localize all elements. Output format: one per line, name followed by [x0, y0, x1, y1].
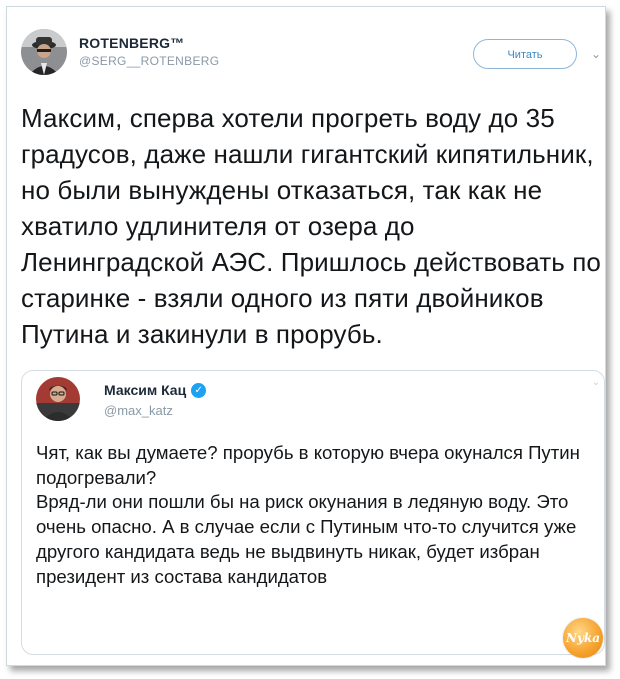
watermark-logo: Nyka — [563, 618, 603, 658]
author-block: ROTENBERG™ @SERG__ROTENBERG — [79, 35, 219, 68]
quoted-author-handle[interactable]: @max_katz — [104, 403, 173, 418]
chevron-down-icon[interactable]: ⌄ — [591, 47, 601, 61]
avatar-image — [21, 29, 67, 75]
quoted-author-name[interactable]: Максим Кац — [104, 382, 186, 398]
follow-button[interactable]: Читать — [473, 39, 577, 69]
quoted-avatar-image — [36, 377, 80, 421]
author-name[interactable]: ROTENBERG™ — [79, 35, 219, 51]
tweet-text: Максим, сперва хотели прогреть воду до 3… — [21, 103, 601, 349]
watermark-label: Nyka — [565, 631, 601, 645]
tweet-card: ROTENBERG™ @SERG__ROTENBERG Читать ⌄ Мак… — [6, 6, 606, 666]
quoted-name-row: Максим Кац ✓ — [104, 382, 207, 398]
scroll-indicator-icon: ⌄ — [591, 377, 600, 388]
author-avatar[interactable] — [21, 29, 67, 75]
quoted-author-avatar[interactable] — [36, 377, 80, 421]
quoted-tweet[interactable]: Максим Кац ✓ @max_katz ⌄ Чят, как вы дум… — [21, 370, 605, 655]
quoted-tweet-text: Чят, как вы думаете? прорубь в которую в… — [36, 442, 580, 587]
verified-badge-icon: ✓ — [191, 382, 207, 398]
author-handle[interactable]: @SERG__ROTENBERG — [79, 54, 219, 68]
tweet-header: ROTENBERG™ @SERG__ROTENBERG Читать ⌄ — [21, 29, 601, 89]
